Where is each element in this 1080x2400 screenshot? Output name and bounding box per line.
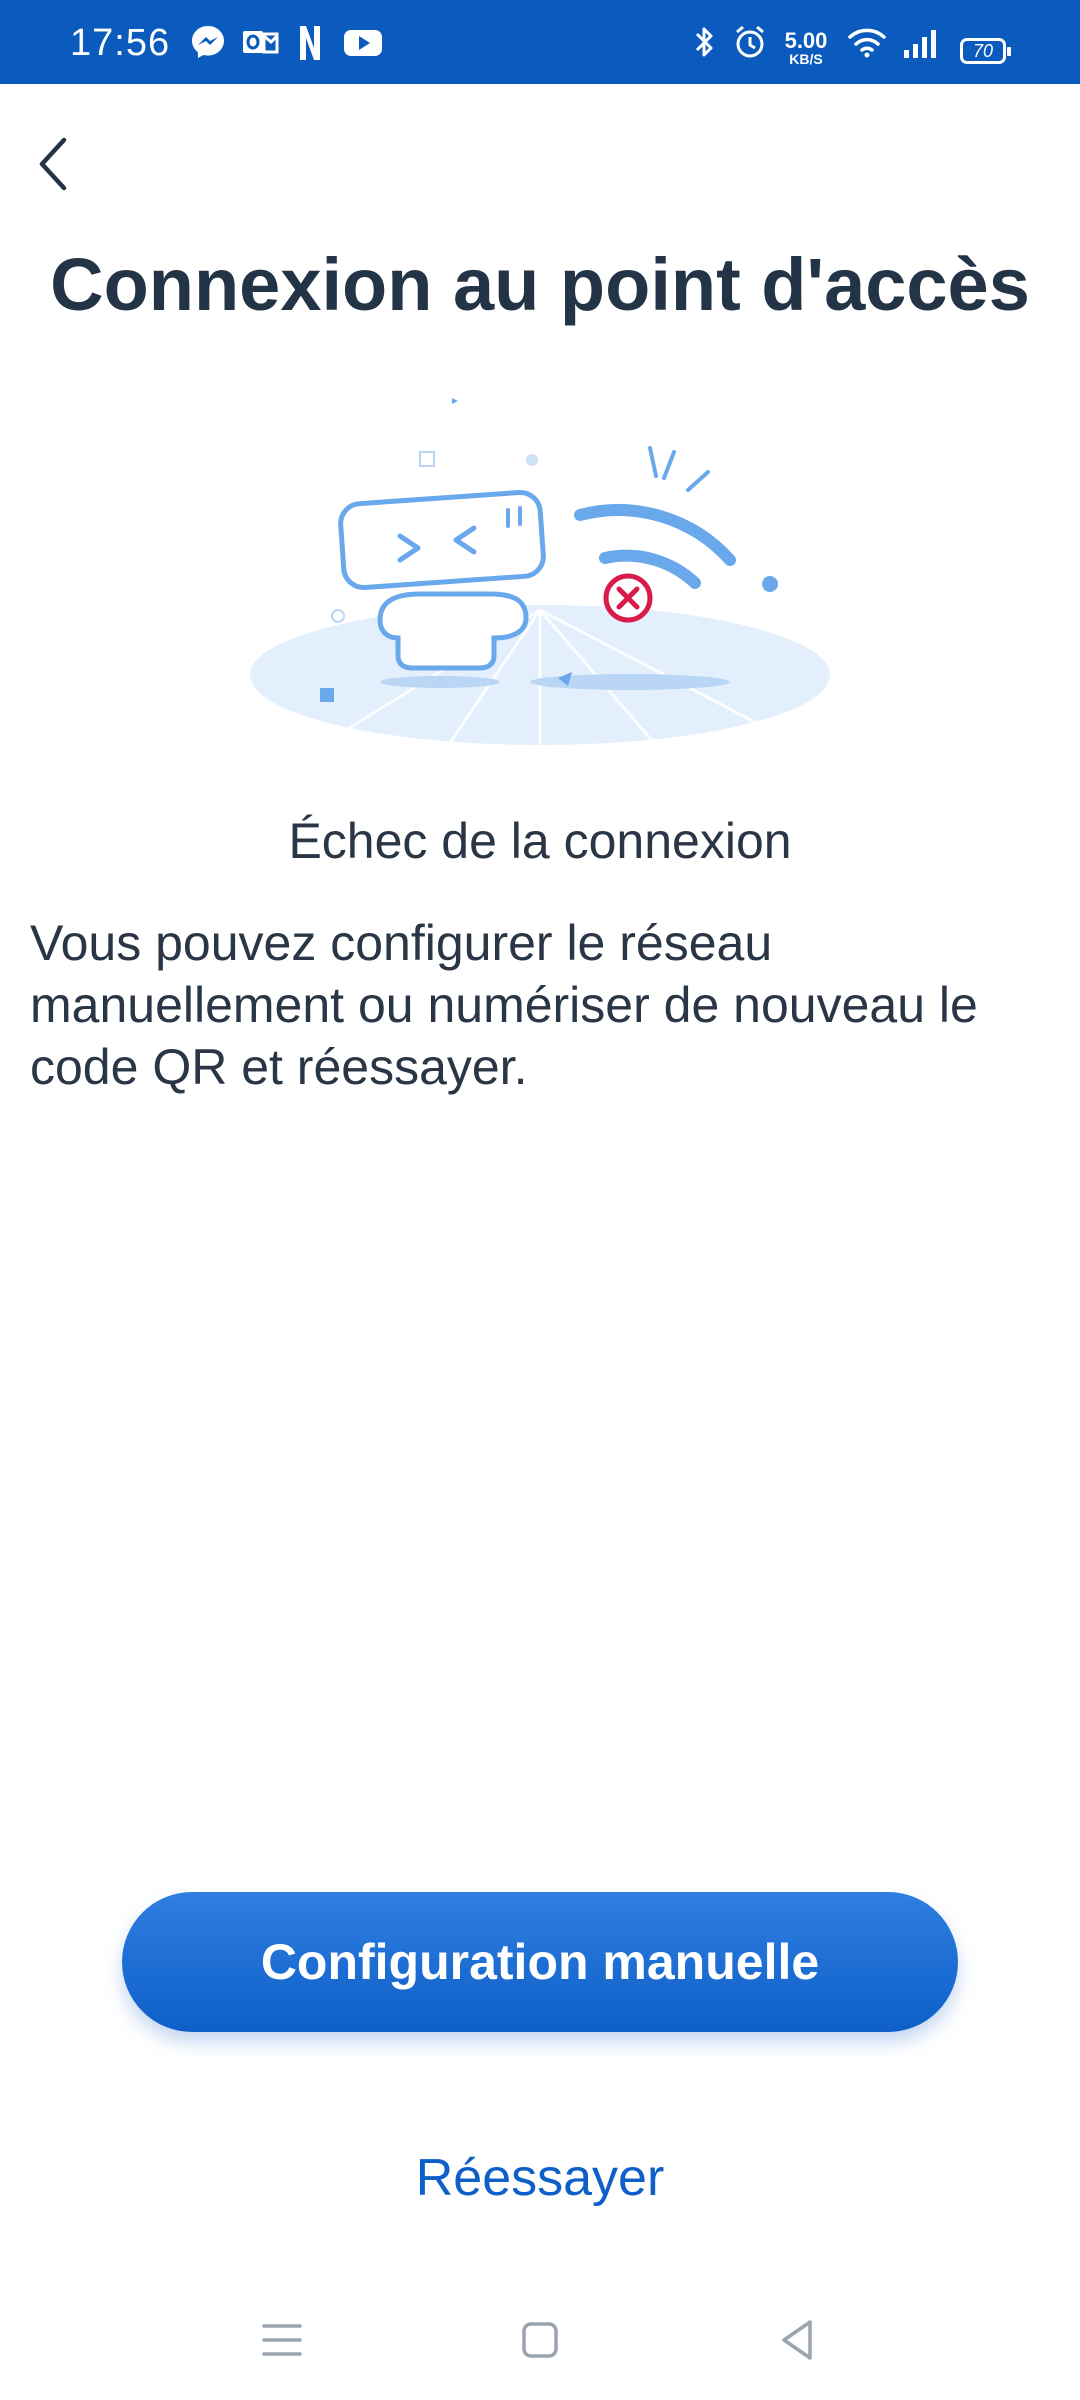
home-icon: [522, 2322, 558, 2358]
alarm-icon: [736, 25, 764, 58]
netflix-icon: [300, 26, 320, 60]
status-bar: 17:56 5.00 KB/S 70: [0, 0, 1080, 84]
signal-icon: [904, 30, 936, 58]
bluetooth-icon: [695, 27, 713, 57]
back-icon: [782, 2320, 812, 2360]
back-button[interactable]: [24, 124, 96, 204]
retry-button[interactable]: Réessayer: [0, 2148, 1080, 2208]
network-speed-value: 5.00: [784, 28, 828, 53]
youtube-icon: [344, 30, 382, 56]
status-time: 17:56: [70, 22, 171, 64]
messenger-icon: [192, 26, 224, 58]
connection-failed-illustration: [250, 398, 830, 751]
chevron-left-icon: [39, 137, 67, 191]
nav-back-button[interactable]: [766, 2308, 830, 2372]
battery-icon: 70: [960, 38, 1011, 64]
connection-status-heading: Échec de la connexion: [288, 813, 792, 869]
navigation-bar: [0, 2280, 1080, 2400]
nav-home-button[interactable]: [508, 2308, 572, 2372]
menu-icon: [262, 2324, 302, 2356]
outlook-icon: [243, 31, 279, 54]
manual-configuration-button[interactable]: Configuration manuelle: [122, 1892, 958, 2032]
nav-menu-button[interactable]: [250, 2308, 314, 2372]
wifi-icon: [848, 28, 886, 58]
instructions-text: Vous pouvez configurer le réseau manuell…: [30, 915, 978, 1095]
page-title: Connexion au point d'accès: [50, 243, 1030, 326]
network-speed: 5.00 KB/S: [778, 28, 834, 68]
